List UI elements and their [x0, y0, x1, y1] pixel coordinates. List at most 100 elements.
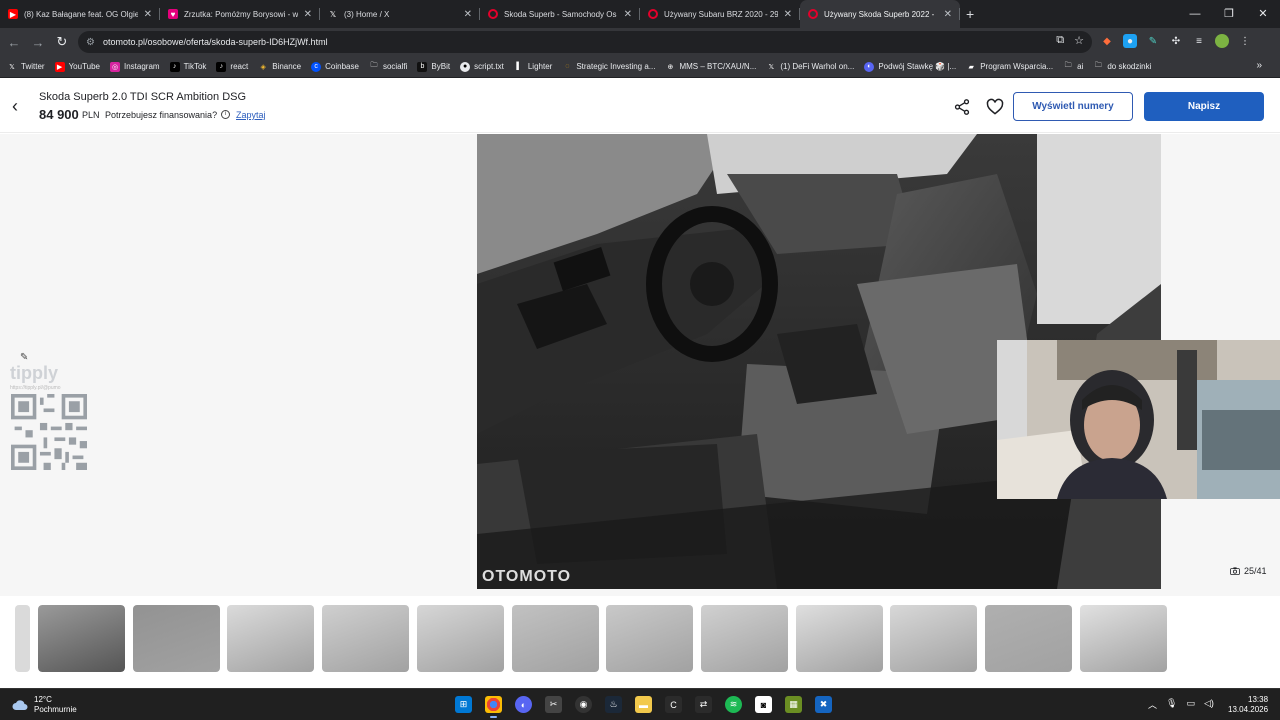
- tray-expand-icon[interactable]: ︿: [1148, 698, 1157, 711]
- browser-tab[interactable]: 𝕏 (3) Home / X ✕: [320, 0, 480, 28]
- info-icon[interactable]: i: [221, 110, 230, 119]
- url-text: otomoto.pl/osobowe/oferta/skoda-superb-I…: [102, 37, 328, 47]
- browser-tab[interactable]: ▶ (8) Kaz Bałagane feat. OG Olgie ✕: [0, 0, 160, 28]
- bookmark-folder[interactable]: 🗀 ai: [1063, 62, 1084, 72]
- coinbase-icon: c: [311, 61, 322, 72]
- photo-counter-text: 25/41: [1244, 566, 1267, 576]
- bookmark[interactable]: b ByBit: [417, 61, 450, 72]
- bookmark[interactable]: 𝕏 (1) DeFi Warhol on...: [766, 62, 855, 72]
- app-icon[interactable]: ◙: [755, 696, 772, 713]
- gallery-thumbnail[interactable]: [1079, 605, 1167, 672]
- close-tab-icon[interactable]: ✕: [464, 9, 472, 20]
- gallery-thumbnail[interactable]: [985, 605, 1072, 672]
- gallery-thumbnail[interactable]: [416, 605, 504, 672]
- close-tab-icon[interactable]: ✕: [944, 9, 952, 20]
- folder-icon: 🗀: [370, 62, 378, 69]
- extensions-puzzle-icon[interactable]: ✣: [1169, 34, 1183, 48]
- bookmark-folder[interactable]: 🗀 socialfi: [369, 62, 407, 72]
- otomoto-icon: [648, 9, 658, 19]
- heart-icon[interactable]: [985, 97, 1005, 117]
- extension-fox-icon[interactable]: ◆: [1100, 34, 1114, 48]
- volume-icon[interactable]: ◁): [1204, 698, 1214, 711]
- gallery-thumbnail[interactable]: [227, 605, 315, 672]
- gallery-thumbnail[interactable]: [890, 605, 978, 672]
- tool-icon[interactable]: ✖: [815, 696, 832, 713]
- extension-translate-icon[interactable]: ✎: [1146, 34, 1160, 48]
- bookmark[interactable]: 𝕏 Twitter: [7, 62, 44, 72]
- bookmark[interactable]: ● script.txt: [460, 61, 504, 72]
- close-tab-icon[interactable]: ✕: [144, 9, 152, 20]
- install-app-icon[interactable]: ⧉: [1056, 34, 1064, 47]
- reading-list-icon[interactable]: ≡: [1192, 34, 1206, 48]
- bookmark[interactable]: ◎ Instagram: [110, 61, 160, 72]
- bookmark[interactable]: ◌ Strategic Investing a...: [562, 62, 655, 72]
- snipping-tool-icon[interactable]: ✂: [545, 696, 562, 713]
- browser-tab[interactable]: ♥ Zrzutka: Pomóżmy Borysowi - w ✕: [160, 0, 320, 28]
- bookmark[interactable]: ◐ Podwój Stawkę 🎲 |...: [864, 61, 956, 72]
- windows-start-icon[interactable]: ⊞: [455, 696, 472, 713]
- chrome-icon[interactable]: [485, 696, 502, 718]
- browser-tab[interactable]: Używany Subaru BRZ 2020 - 29 ✕: [640, 0, 800, 28]
- forward-icon[interactable]: →: [26, 35, 50, 50]
- gallery-thumbnail[interactable]: [606, 605, 694, 672]
- bookmark-star-icon[interactable]: ☆: [1074, 34, 1084, 47]
- back-arrow-icon[interactable]: ‹: [12, 96, 18, 117]
- reload-icon[interactable]: ↻: [50, 34, 74, 50]
- close-tab-icon[interactable]: ✕: [624, 9, 632, 20]
- restore-icon[interactable]: ❐: [1212, 0, 1246, 28]
- obs-icon[interactable]: ◉: [575, 696, 592, 713]
- gallery-thumbnail[interactable]: [322, 605, 410, 672]
- write-message-button[interactable]: Napisz: [1144, 92, 1264, 121]
- bookmark-folder[interactable]: 🗀 do skodzinki: [1093, 62, 1152, 72]
- browser-tabstrip: ▶ (8) Kaz Bałagane feat. OG Olgie ✕ ♥ Zr…: [0, 0, 1280, 28]
- tipply-logo: tipply: [10, 363, 58, 383]
- gallery-thumbnail-selected[interactable]: [36, 603, 127, 674]
- close-tab-icon[interactable]: ✕: [784, 9, 792, 20]
- bookmark[interactable]: ◈ Binance: [258, 62, 302, 72]
- browser-tab-active[interactable]: Używany Skoda Superb 2022 - ✕: [800, 0, 960, 28]
- display-icon[interactable]: ▭: [1186, 698, 1195, 711]
- gallery-thumbnail[interactable]: [132, 605, 220, 672]
- ccleaner-icon[interactable]: C: [665, 696, 682, 713]
- taskbar-apps: ⊞ ◐ ✂ ◉ ♨ ▬ C ⇄ ≋ ◙ ▦ ✖: [455, 696, 832, 718]
- gallery-thumbnail[interactable]: [795, 605, 883, 672]
- close-tab-icon[interactable]: ✕: [304, 9, 312, 20]
- spotify-icon[interactable]: ≋: [725, 696, 742, 713]
- bookmark[interactable]: c Coinbase: [311, 61, 359, 72]
- bookmark[interactable]: ♪ TikTok: [169, 61, 206, 72]
- game-icon[interactable]: ▦: [785, 696, 802, 713]
- browser-tab[interactable]: Skoda Superb - Samochody Os ✕: [480, 0, 640, 28]
- more-bookmarks-icon[interactable]: »: [1256, 60, 1262, 71]
- microphone-icon[interactable]: 🎙: [1166, 698, 1177, 711]
- share-icon[interactable]: [953, 98, 971, 116]
- file-explorer-icon[interactable]: ▬: [635, 696, 652, 713]
- gallery-thumbnail[interactable]: [700, 605, 788, 672]
- address-bar[interactable]: ⚙ otomoto.pl/osobowe/oferta/skoda-superb…: [78, 31, 1092, 53]
- bookmark[interactable]: ♪ react: [216, 61, 248, 72]
- financing-question: Potrzebujesz finansowania?: [105, 110, 218, 120]
- steam-icon[interactable]: ♨: [605, 696, 622, 713]
- extension-blue-icon[interactable]: ●: [1123, 34, 1137, 48]
- chrome-menu-icon[interactable]: ⋮: [1238, 34, 1252, 48]
- network-tool-icon[interactable]: ⇄: [695, 696, 712, 713]
- folder-icon: 🗀: [1064, 62, 1072, 69]
- gallery-thumbnail[interactable]: [15, 605, 30, 672]
- site-info-icon[interactable]: ⚙: [86, 37, 95, 48]
- profile-avatar[interactable]: [1215, 34, 1229, 48]
- back-icon[interactable]: ←: [2, 35, 26, 50]
- price-value: 84 900: [39, 107, 79, 122]
- pencil-icon: ✎: [20, 352, 29, 363]
- system-clock[interactable]: 13:38 13.04.2026: [1228, 695, 1268, 715]
- weather-widget[interactable]: 12°C Pochmurnie: [12, 695, 77, 715]
- minimize-icon[interactable]: —: [1178, 0, 1212, 28]
- show-numbers-button[interactable]: Wyświetl numery: [1013, 92, 1133, 121]
- bookmark[interactable]: ▶ YouTube: [54, 61, 100, 72]
- new-tab-button[interactable]: +: [966, 6, 974, 22]
- bookmark[interactable]: ▰ Program Wsparcia...: [966, 62, 1053, 72]
- ask-financing-link[interactable]: Zapytaj: [236, 110, 266, 120]
- bookmark[interactable]: ⊕ MMS – BTC/XAU/N...: [665, 62, 757, 72]
- gallery-thumbnail[interactable]: [511, 605, 599, 672]
- discord-icon[interactable]: ◐: [515, 696, 532, 713]
- close-window-icon[interactable]: ✕: [1246, 0, 1280, 28]
- bookmark[interactable]: ▌ Lighter: [514, 62, 552, 72]
